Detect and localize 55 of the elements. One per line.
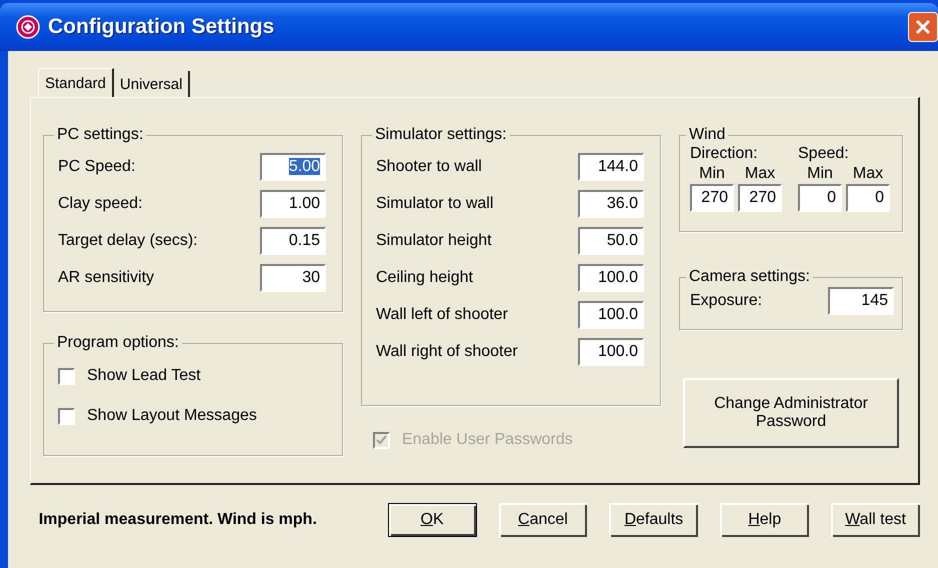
checkbox[interactable] [58,368,75,384]
min-label: Min [699,164,725,184]
field-label: Wall left of shooter [376,306,508,324]
window-title: Configuration Settings [48,15,276,39]
field-label: Ceiling height [376,268,473,286]
input-field[interactable]: 5.00 [260,152,326,180]
group-title: Program options: [56,334,180,352]
input-field[interactable]: 145 [828,287,894,315]
max-label: Max [852,164,884,184]
field-label: Target delay (secs): [58,232,198,250]
field-label: Speed: [798,144,850,164]
dialog-button[interactable]: OK [388,503,477,537]
group-title: PC settings: [56,126,144,144]
field-label: Shooter to wall [376,158,482,176]
input-field[interactable]: 100.0 [578,300,644,328]
field-label: Simulator height [376,232,492,250]
min-label: Min [807,164,833,184]
dialog-button[interactable]: Defaults [609,503,698,537]
field-label: Wall right of shooter [376,342,518,360]
group-title: Simulator settings: [374,126,508,144]
close-button[interactable] [908,12,938,42]
checkmark-icon [376,434,387,446]
dialog-button[interactable]: Cancel [498,503,588,537]
input-field[interactable]: 0 [846,184,890,212]
input-field[interactable]: 100.0 [578,338,644,366]
field-label: Clay speed: [58,194,142,212]
max-label: Max [744,164,776,184]
close-icon [914,18,932,36]
app-icon [16,15,40,39]
input-field[interactable]: 270 [738,184,782,212]
field-label: Direction: [690,144,759,164]
checkbox-label: Enable User Passwords [402,431,573,449]
field-label: Simulator to wall [376,194,494,212]
field-label: AR sensitivity [58,268,154,286]
input-field[interactable]: 1.00 [260,190,326,218]
input-field[interactable]: 270 [690,184,734,212]
status-text: Imperial measurement. Wind is mph. [38,511,318,529]
tab[interactable]: Standard [38,68,114,98]
field-label: PC Speed: [58,158,136,176]
input-field[interactable]: 0.15 [260,226,326,254]
input-field[interactable]: 144.0 [578,152,644,180]
change-password-button[interactable]: Change Administrator Password [683,378,899,448]
field-label: Exposure: [690,292,762,310]
group-title: Camera settings: [688,268,811,286]
checkbox-label: Show Layout Messages [87,407,257,425]
checkbox[interactable] [58,408,75,424]
input-field[interactable]: 50.0 [578,226,644,254]
dialog-button[interactable]: Wall test [831,503,920,537]
group-title: Wind [688,126,726,144]
dialog-button[interactable]: Help [720,503,810,537]
input-field[interactable]: 36.0 [578,190,644,218]
input-field[interactable]: 0 [798,184,842,212]
input-field[interactable]: 100.0 [578,264,644,292]
input-field[interactable]: 30 [260,264,326,292]
checkbox-label: Show Lead Test [87,367,201,385]
